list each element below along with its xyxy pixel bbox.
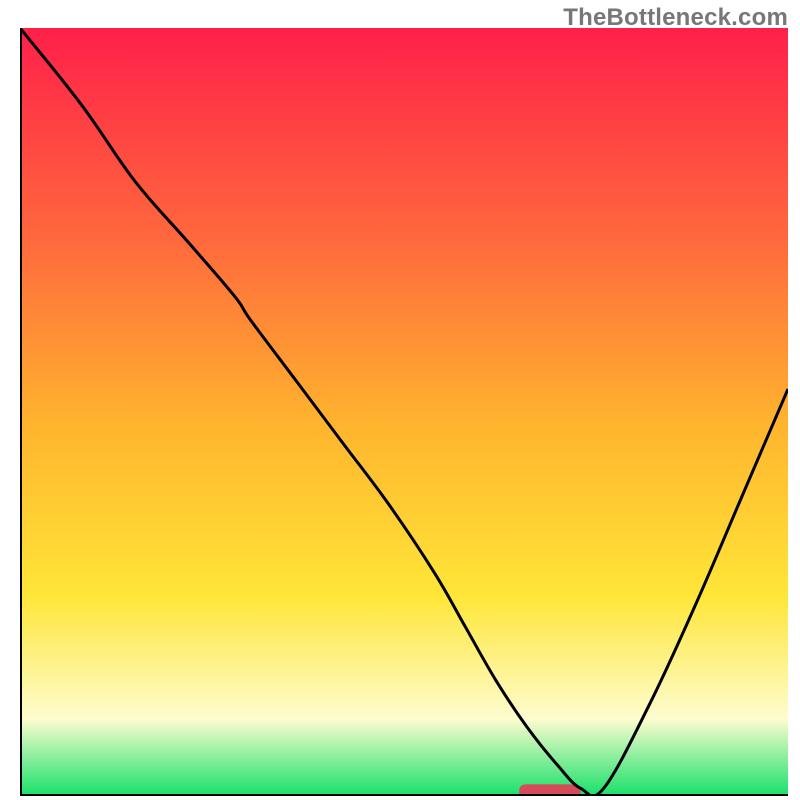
plot-area	[20, 28, 788, 796]
chart-stage: TheBottleneck.com	[0, 0, 800, 800]
plot-svg	[20, 28, 788, 796]
gradient-background	[20, 28, 788, 796]
